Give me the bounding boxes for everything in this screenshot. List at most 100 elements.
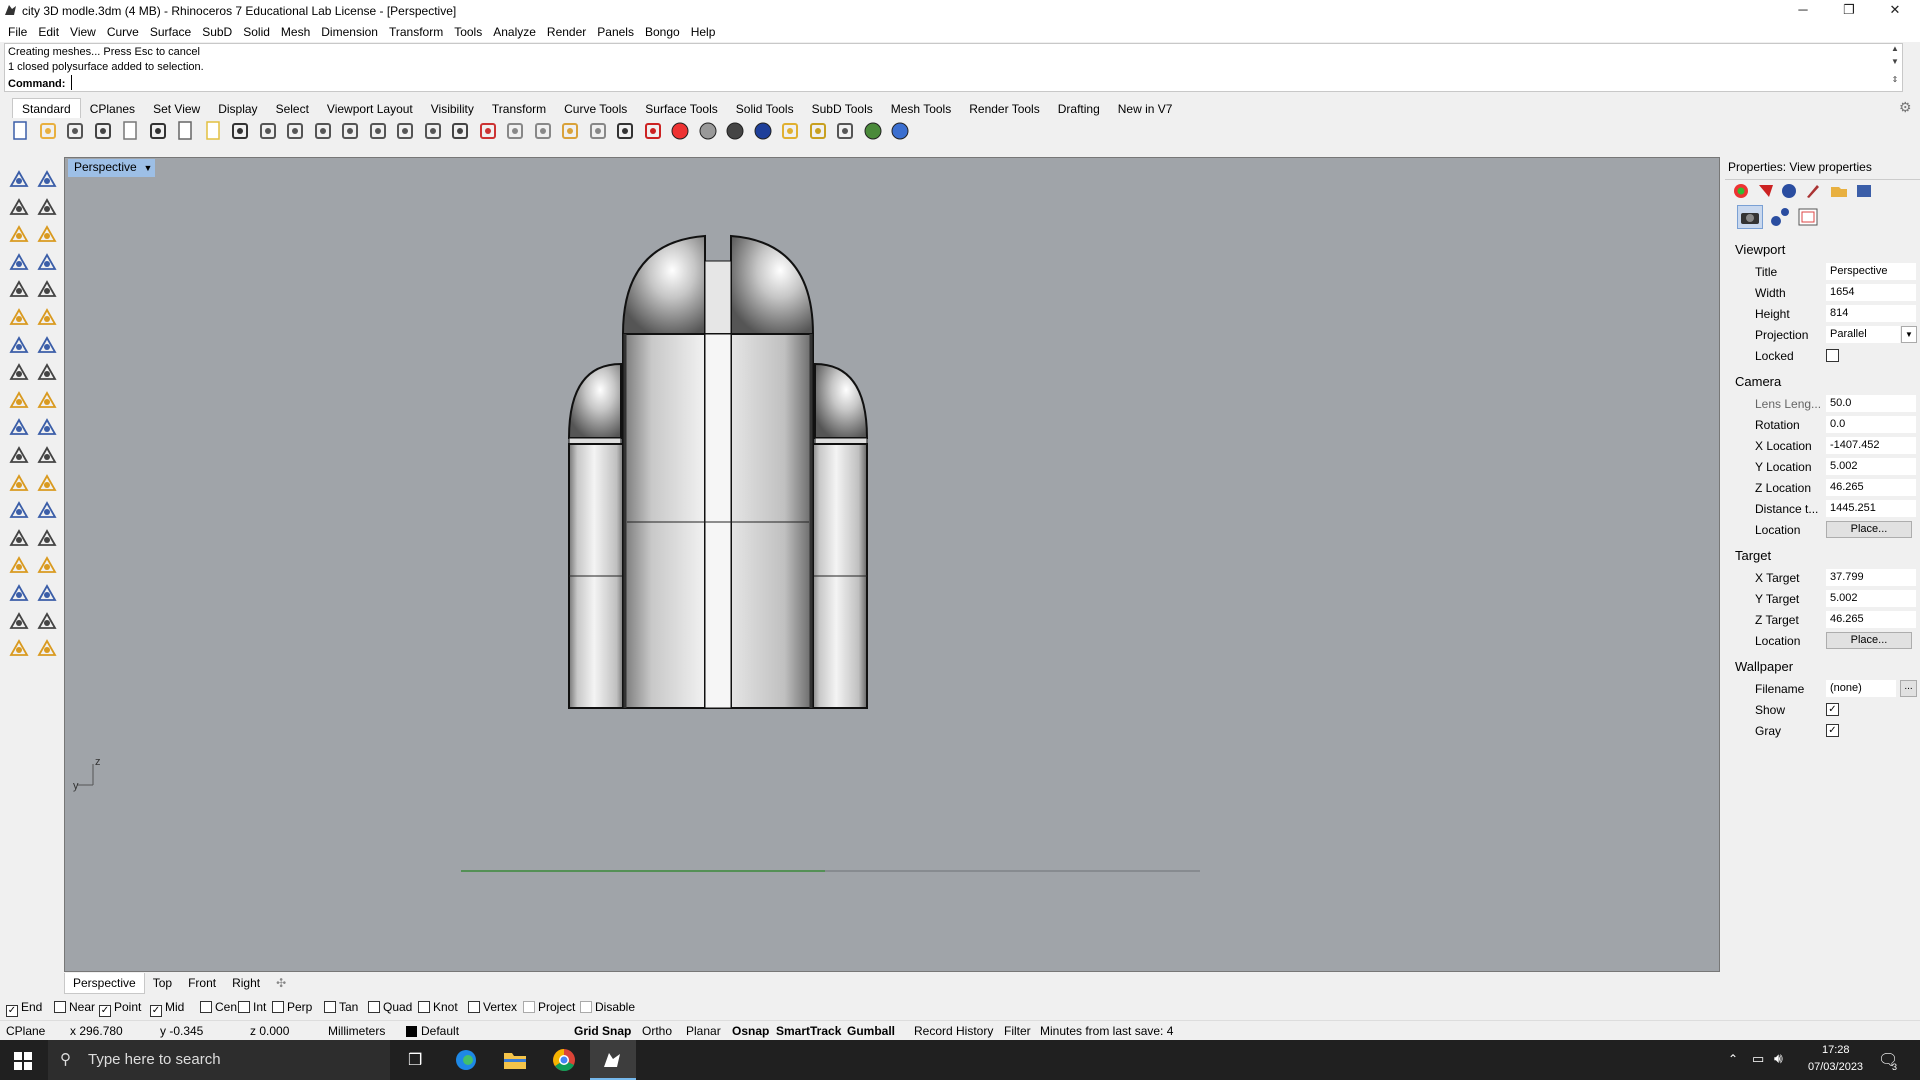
menu-item-transform[interactable]: Transform bbox=[381, 22, 450, 39]
grid-array-icon[interactable] bbox=[8, 582, 30, 604]
toggle-grid-snap[interactable]: Grid Snap bbox=[574, 1024, 631, 1038]
x-target-field[interactable]: 37.799 bbox=[1826, 569, 1916, 586]
undo-icon[interactable] bbox=[228, 118, 252, 144]
gear-icon[interactable] bbox=[806, 118, 830, 144]
width-field[interactable]: 1654 bbox=[1826, 284, 1916, 301]
windows-start-icon[interactable] bbox=[14, 1052, 32, 1070]
rhino-taskbar-button[interactable] bbox=[590, 1040, 636, 1080]
lens-field[interactable]: 50.0 bbox=[1826, 395, 1916, 412]
render-sphere-icon[interactable] bbox=[723, 118, 747, 144]
tab-surface-tools[interactable]: Surface Tools bbox=[636, 99, 727, 119]
new-file-icon[interactable] bbox=[8, 118, 32, 144]
rebuild-icon[interactable] bbox=[36, 472, 58, 494]
pan-icon[interactable] bbox=[256, 118, 280, 144]
menu-item-edit[interactable]: Edit bbox=[30, 22, 66, 39]
title-field[interactable]: Perspective bbox=[1826, 263, 1916, 280]
camera-icon[interactable] bbox=[1737, 205, 1763, 229]
curve-icon[interactable] bbox=[36, 196, 58, 218]
menu-item-render[interactable]: Render bbox=[539, 22, 593, 39]
zoom-window-icon[interactable] bbox=[338, 118, 362, 144]
chrome-browser-icon[interactable] bbox=[552, 1048, 576, 1072]
tab-cplanes[interactable]: CPlanes bbox=[81, 99, 144, 119]
sphere-icon[interactable] bbox=[36, 334, 58, 356]
save-icon[interactable] bbox=[63, 118, 87, 144]
z-target-field[interactable]: 46.265 bbox=[1826, 611, 1916, 628]
circle-icon[interactable] bbox=[531, 118, 555, 144]
units-label[interactable]: Millimeters bbox=[328, 1024, 385, 1038]
trim-icon[interactable] bbox=[36, 416, 58, 438]
zoom-extents-icon[interactable] bbox=[366, 118, 390, 144]
edge-browser-icon[interactable] bbox=[454, 1048, 478, 1072]
height-field[interactable]: 814 bbox=[1826, 305, 1916, 322]
cplane-icon[interactable] bbox=[503, 118, 527, 144]
osnap-checkbox[interactable] bbox=[580, 1001, 592, 1013]
blue-sphere-icon[interactable] bbox=[751, 118, 775, 144]
toggle-filter[interactable]: Filter bbox=[1004, 1024, 1031, 1038]
browse-button[interactable]: ... bbox=[1900, 680, 1917, 697]
osnap-cen[interactable]: Cen bbox=[200, 1000, 237, 1014]
snap-icon[interactable] bbox=[558, 118, 582, 144]
tab-drafting[interactable]: Drafting bbox=[1049, 99, 1109, 119]
tab-subd-tools[interactable]: SubD Tools bbox=[803, 99, 882, 119]
dimension-icon[interactable] bbox=[36, 499, 58, 521]
menu-item-help[interactable]: Help bbox=[683, 22, 723, 39]
boolean-icon[interactable] bbox=[8, 389, 30, 411]
menu-item-file[interactable]: File bbox=[0, 22, 34, 39]
toggle-record-history[interactable]: Record History bbox=[914, 1024, 993, 1038]
osnap-checkbox[interactable] bbox=[324, 1001, 336, 1013]
point-icon[interactable] bbox=[36, 168, 58, 190]
perspective-viewport[interactable]: z y bbox=[64, 157, 1720, 972]
osnap-perp[interactable]: Perp bbox=[272, 1000, 312, 1014]
ellipse-icon[interactable] bbox=[36, 223, 58, 245]
tab-visibility[interactable]: Visibility bbox=[422, 99, 483, 119]
osnap-tan[interactable]: Tan bbox=[324, 1000, 358, 1014]
car-icon[interactable] bbox=[476, 118, 500, 144]
osnap-checkbox[interactable] bbox=[200, 1001, 212, 1013]
tab-mesh-tools[interactable]: Mesh Tools bbox=[882, 99, 960, 119]
group-icon[interactable] bbox=[8, 444, 30, 466]
minimize-button[interactable]: ─ bbox=[1780, 0, 1826, 22]
dimension-icon[interactable] bbox=[833, 118, 857, 144]
tab-set-view[interactable]: Set View bbox=[144, 99, 209, 119]
task-view-icon[interactable]: ❒ bbox=[408, 1050, 428, 1070]
four-viewports-icon[interactable] bbox=[448, 118, 472, 144]
tab-transform[interactable]: Transform bbox=[483, 99, 555, 119]
polyline-icon[interactable] bbox=[8, 196, 30, 218]
surface-icon[interactable] bbox=[8, 306, 30, 328]
text-icon[interactable] bbox=[8, 499, 30, 521]
osnap-checkbox[interactable] bbox=[468, 1001, 480, 1013]
lock-icon[interactable] bbox=[613, 118, 637, 144]
solid-edit-icon[interactable] bbox=[8, 554, 30, 576]
osnap-checkbox[interactable] bbox=[54, 1001, 66, 1013]
filename-field[interactable]: (none) bbox=[1826, 680, 1896, 697]
menu-item-tools[interactable]: Tools bbox=[446, 22, 489, 39]
show-checkbox[interactable]: ✓ bbox=[1826, 703, 1839, 716]
menu-item-view[interactable]: View bbox=[62, 22, 103, 39]
osnap-knot[interactable]: Knot bbox=[418, 1000, 458, 1014]
menu-item-subd[interactable]: SubD bbox=[194, 22, 239, 39]
osnap-project[interactable]: Project bbox=[523, 1000, 575, 1014]
help-icon[interactable] bbox=[888, 118, 912, 144]
box-icon[interactable] bbox=[8, 334, 30, 356]
menu-item-panels[interactable]: Panels bbox=[589, 22, 641, 39]
filter-icon[interactable] bbox=[778, 118, 802, 144]
menu-item-solid[interactable]: Solid bbox=[235, 22, 277, 39]
taskbar-search-box[interactable]: ⚲ Type here to search bbox=[48, 1040, 390, 1080]
loft-icon[interactable] bbox=[36, 361, 58, 383]
rotate-view-icon[interactable] bbox=[421, 118, 445, 144]
chevron-down-icon[interactable]: ▼ bbox=[1901, 326, 1917, 343]
toggle-ortho[interactable]: Ortho bbox=[642, 1024, 672, 1038]
layer-label[interactable]: Default bbox=[421, 1024, 459, 1038]
add-viewport-tab-icon[interactable]: ✣ bbox=[268, 973, 294, 993]
layer-icon[interactable] bbox=[641, 118, 665, 144]
analyze-icon[interactable] bbox=[36, 582, 58, 604]
arc-icon[interactable] bbox=[36, 278, 58, 300]
cplane-label[interactable]: CPlane bbox=[6, 1024, 45, 1038]
tab-curve-tools[interactable]: Curve Tools bbox=[555, 99, 636, 119]
tab-viewport-layout[interactable]: Viewport Layout bbox=[318, 99, 422, 119]
menu-item-dimension[interactable]: Dimension bbox=[313, 22, 385, 39]
chevron-up-icon[interactable]: ⌃ bbox=[1728, 1052, 1738, 1066]
light-icon[interactable] bbox=[36, 637, 58, 659]
projection-select[interactable]: Parallel bbox=[1826, 326, 1900, 343]
osnap-vertex[interactable]: Vertex bbox=[468, 1000, 517, 1014]
